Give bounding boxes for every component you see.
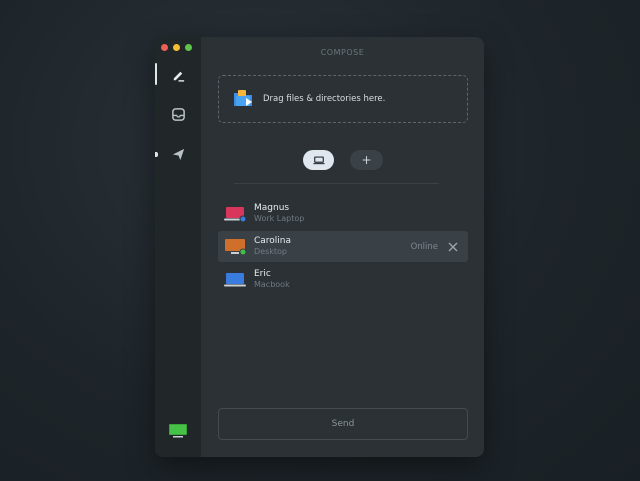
paper-plane-icon — [172, 148, 184, 160]
device-type: Desktop — [254, 247, 287, 256]
add-device-button[interactable]: + — [350, 150, 383, 170]
status-text: Online — [410, 241, 438, 252]
send-button[interactable]: Send — [218, 408, 468, 440]
inbox-tray-icon — [171, 107, 185, 121]
device-name: Carolina — [254, 236, 292, 246]
device-row-eric[interactable]: Eric Macbook — [218, 264, 468, 295]
sidebar-item-sent[interactable] — [155, 140, 201, 168]
file-dropzone[interactable]: Drag files & directories here. — [218, 75, 468, 123]
pencil-icon — [173, 71, 184, 82]
laptop-icon — [312, 155, 325, 164]
compose-panel: COMPOSE Drag files & directories here. + — [201, 37, 484, 457]
close-window-button[interactable] — [161, 44, 168, 51]
folder-icon — [234, 90, 252, 106]
sidebar-item-compose[interactable] — [155, 61, 201, 89]
device-type: Macbook — [254, 280, 290, 289]
divider — [234, 183, 439, 184]
device-info: Carolina Desktop — [254, 236, 291, 257]
sidebar-item-inbox[interactable] — [155, 100, 201, 128]
dropzone-label: Drag files & directories here. — [263, 94, 386, 104]
sidebar — [155, 37, 201, 457]
maximize-window-button[interactable] — [185, 44, 192, 51]
device-info: Magnus Work Laptop — [254, 203, 304, 224]
monitor-icon[interactable] — [168, 423, 188, 439]
device-info: Eric Macbook — [254, 269, 290, 290]
laptop-icon — [224, 205, 247, 223]
app-window: COMPOSE Drag files & directories here. + — [155, 37, 484, 457]
minimize-window-button[interactable] — [173, 44, 180, 51]
device-type: Work Laptop — [254, 214, 305, 223]
close-icon[interactable] — [448, 242, 458, 252]
device-name: Eric — [254, 269, 271, 279]
plus-icon: + — [361, 153, 372, 167]
window-controls — [161, 44, 192, 51]
device-name: Magnus — [254, 203, 290, 213]
device-row-magnus[interactable]: Magnus Work Laptop — [218, 198, 468, 229]
laptop-icon — [224, 271, 246, 289]
window-title: COMPOSE — [320, 48, 365, 57]
monitor-icon — [224, 238, 247, 256]
tab-laptop[interactable] — [303, 150, 334, 170]
device-row-carolina[interactable]: Carolina Desktop Online — [218, 231, 468, 262]
